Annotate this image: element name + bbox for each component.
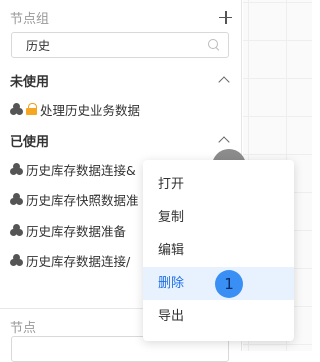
panel-header: 节点组 <box>10 6 232 28</box>
chevron-up-icon[interactable] <box>218 136 230 148</box>
chevron-up-icon[interactable] <box>218 76 230 88</box>
list-item[interactable]: 处理历史业务数据 <box>10 99 220 119</box>
context-menu: 打开 复制 编辑 删除 1 导出 <box>143 160 294 341</box>
nodes-section-title: 节点 <box>10 321 37 336</box>
menu-item-label: 删除 <box>158 276 185 291</box>
node-group-icon <box>10 224 23 236</box>
menu-item-open[interactable]: 打开 <box>143 168 294 201</box>
search-box[interactable] <box>11 32 229 58</box>
add-group-icon[interactable] <box>219 10 232 24</box>
node-group-icon <box>10 254 23 266</box>
menu-item-export[interactable]: 导出 <box>143 300 294 333</box>
list-item-label: 历史库存数据连接/ <box>26 253 131 269</box>
lock-icon <box>26 103 37 115</box>
list-item-label: 历史库存数据准备 <box>26 223 127 239</box>
menu-item-edit[interactable]: 编辑 <box>143 234 294 267</box>
search-input[interactable] <box>26 38 208 52</box>
node-group-icon <box>10 193 23 205</box>
list-item-label: 历史库存快照数据准 <box>26 192 139 208</box>
node-group-icon <box>10 163 23 175</box>
group-label: 已使用 <box>10 134 50 150</box>
search-icon[interactable] <box>208 39 220 51</box>
group-header-used[interactable]: 已使用 <box>10 130 232 150</box>
menu-item-copy[interactable]: 复制 <box>143 201 294 234</box>
node-group-icon <box>10 103 23 115</box>
group-label: 未使用 <box>10 74 50 90</box>
step-badge: 1 <box>215 270 243 298</box>
list-item-label: 历史库存数据连接& <box>26 162 136 178</box>
list-item-label: 处理历史业务数据 <box>40 102 141 118</box>
menu-item-delete[interactable]: 删除 1 <box>143 267 294 300</box>
panel-title: 节点组 <box>10 11 50 27</box>
group-header-unused[interactable]: 未使用 <box>10 70 232 90</box>
